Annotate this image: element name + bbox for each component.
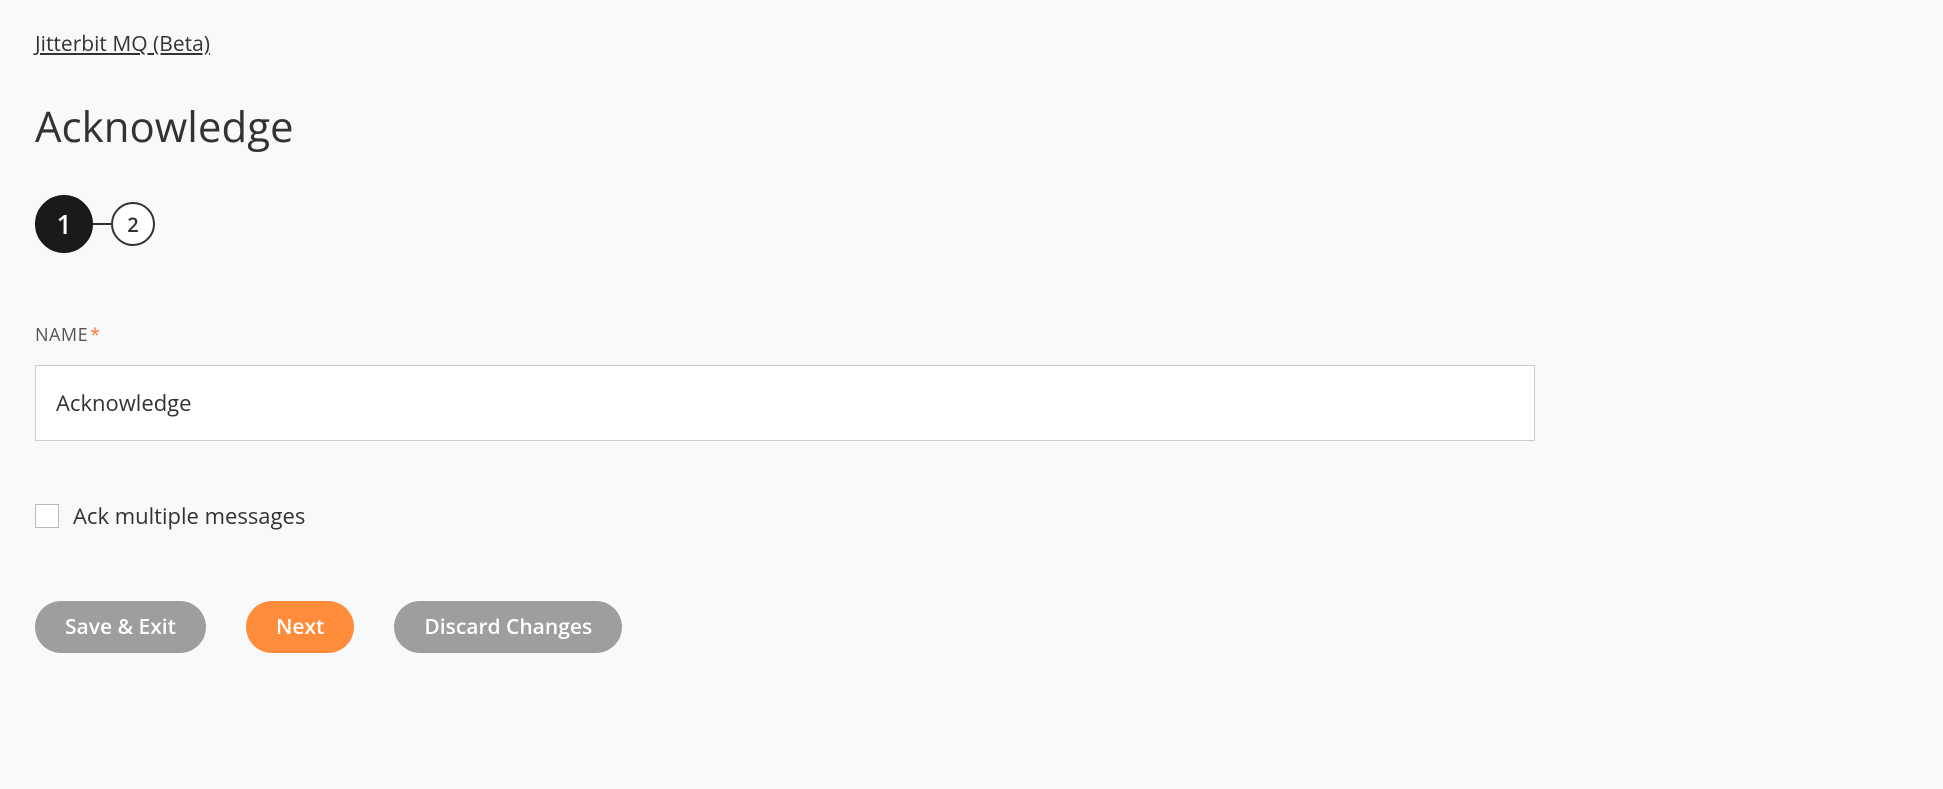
breadcrumb-link[interactable]: Jitterbit MQ (Beta): [35, 30, 210, 58]
ack-multiple-checkbox[interactable]: [35, 504, 59, 528]
step-2[interactable]: 2: [111, 202, 155, 246]
step-connector: [93, 223, 111, 225]
name-label-text: NAME: [35, 323, 88, 347]
name-label: NAME*: [35, 323, 1908, 347]
ack-multiple-row: Ack multiple messages: [35, 501, 1908, 531]
required-asterisk: *: [90, 323, 100, 347]
step-1[interactable]: 1: [35, 195, 93, 253]
ack-multiple-label[interactable]: Ack multiple messages: [73, 501, 305, 531]
next-button[interactable]: Next: [246, 601, 354, 653]
page-title: Acknowledge: [35, 98, 1908, 155]
save-exit-button[interactable]: Save & Exit: [35, 601, 206, 653]
stepper: 1 2: [35, 195, 1908, 253]
name-input[interactable]: [35, 365, 1535, 441]
discard-changes-button[interactable]: Discard Changes: [394, 601, 622, 653]
button-row: Save & Exit Next Discard Changes: [35, 601, 1908, 653]
